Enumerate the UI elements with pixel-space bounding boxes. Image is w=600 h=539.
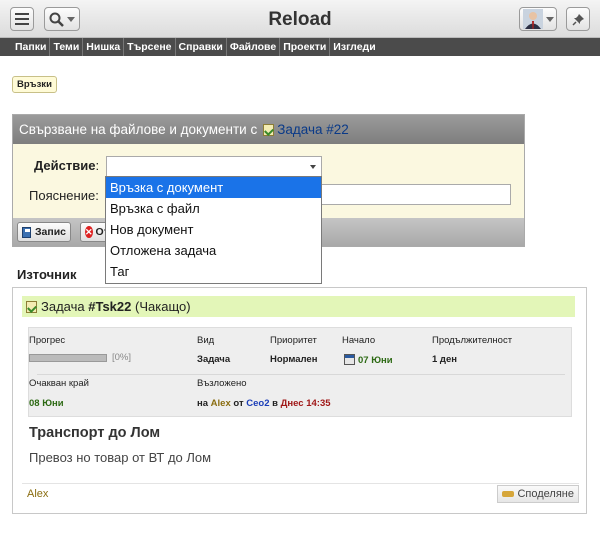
dropdown-option[interactable]: Таг (106, 261, 321, 282)
share-button-label: Споделяне (517, 488, 574, 500)
dropdown-option[interactable]: Отложена задача (106, 240, 321, 261)
type-value: Задача (197, 354, 231, 365)
chevron-down-icon (545, 16, 554, 22)
calendar-icon (344, 354, 355, 365)
nav-item-reports[interactable]: Справки (176, 38, 227, 56)
app-title: Reload (268, 9, 332, 30)
duration-header: Продължителност (432, 335, 513, 346)
start-date: 07 Юни (358, 355, 393, 366)
progress-percent: [0%] (112, 352, 132, 363)
task-icon (26, 300, 37, 313)
action-dropdown-list: Връзка с документ Връзка с файл Нов доку… (105, 176, 322, 284)
assignee-name[interactable]: Alex (211, 398, 231, 409)
nav-item-search[interactable]: Търсене (124, 38, 176, 56)
user-menu-button[interactable] (519, 7, 557, 31)
start-header: Начало (342, 335, 376, 346)
expected-end-value: 08 Юни (29, 398, 64, 409)
author-name[interactable]: Alex (27, 488, 48, 500)
save-button-label: Запис (34, 226, 66, 238)
expected-end-header: Очакван край (29, 378, 89, 389)
note-label: Пояснение: (29, 188, 99, 203)
assigned-header: Възложено (197, 378, 247, 389)
task-prefix: Задача (41, 299, 85, 314)
task-info-grid: Прогрес Вид Приоритет Начало Продължител… (28, 327, 572, 417)
dropdown-option[interactable]: Нов документ (106, 219, 321, 240)
task-link[interactable]: Задача #22 (277, 115, 349, 144)
progress-header: Прогрес (29, 335, 66, 346)
assigned-time: Днес 14:35 (280, 398, 331, 409)
avatar (522, 9, 543, 29)
priority-value: Нормален (270, 354, 318, 365)
close-icon: ✕ (85, 226, 93, 238)
action-label-colon: : (95, 158, 100, 173)
action-select[interactable] (106, 156, 322, 177)
pin-icon (571, 13, 584, 26)
nav-item-folders[interactable]: Папки (12, 38, 51, 56)
main-nav: Папки Теми Нишка Търсене Справки Файлове… (0, 38, 600, 56)
assigned-from-word: от (233, 398, 244, 409)
progress-track (29, 354, 107, 362)
task-icon (263, 123, 275, 136)
share-icon (502, 491, 515, 497)
save-button[interactable]: Запис (17, 222, 71, 242)
assigned-at-word: в (272, 398, 278, 409)
assigned-value: на Alex от Ceo2 в Днес 14:35 (197, 398, 331, 409)
task-description: Превоз но товар от ВТ до Лом (29, 450, 212, 465)
type-header: Вид (197, 335, 215, 346)
links-button[interactable]: Връзки (12, 76, 57, 93)
start-value: 07 Юни (344, 354, 393, 366)
duration-value: 1 ден (432, 354, 457, 365)
nav-item-projects[interactable]: Проекти (280, 38, 331, 56)
pin-button[interactable] (566, 7, 590, 31)
nav-item-topics[interactable]: Теми (50, 38, 84, 56)
task-title: Транспорт до Лом (29, 425, 161, 441)
nav-item-thread[interactable]: Нишка (83, 38, 125, 56)
action-label-text: Действие (34, 158, 96, 173)
task-id: #Tsk22 (88, 299, 132, 314)
nav-item-files[interactable]: Файлове (227, 38, 281, 56)
form-title: Свързване на файлове и документи с (19, 122, 258, 137)
card-footer: Alex Споделяне (22, 483, 579, 504)
dropdown-option[interactable]: Връзка с файл (106, 198, 321, 219)
assigned-on-word: на (197, 398, 209, 409)
share-button[interactable]: Споделяне (497, 485, 579, 503)
save-icon (22, 226, 31, 238)
action-label: Действие: (34, 158, 99, 173)
progress-bar: [0%] (29, 352, 149, 364)
divider (37, 374, 565, 375)
top-bar: Reload (0, 0, 600, 38)
source-card: Задача #Tsk22 (Чакащо) Прогрес Вид Приор… (12, 287, 587, 514)
assigner-name[interactable]: Ceo2 (246, 398, 269, 409)
source-heading: Източник (17, 267, 77, 282)
nav-item-views[interactable]: Изгледи (330, 38, 378, 56)
dropdown-option[interactable]: Връзка с документ (106, 177, 321, 198)
priority-header: Приоритет (270, 335, 317, 346)
task-header[interactable]: Задача #Tsk22 (Чакащо) (22, 296, 575, 317)
form-header: Свързване на файлове и документи с Задач… (13, 115, 524, 144)
task-status: (Чакащо) (135, 299, 191, 314)
chevron-down-icon (310, 165, 316, 169)
